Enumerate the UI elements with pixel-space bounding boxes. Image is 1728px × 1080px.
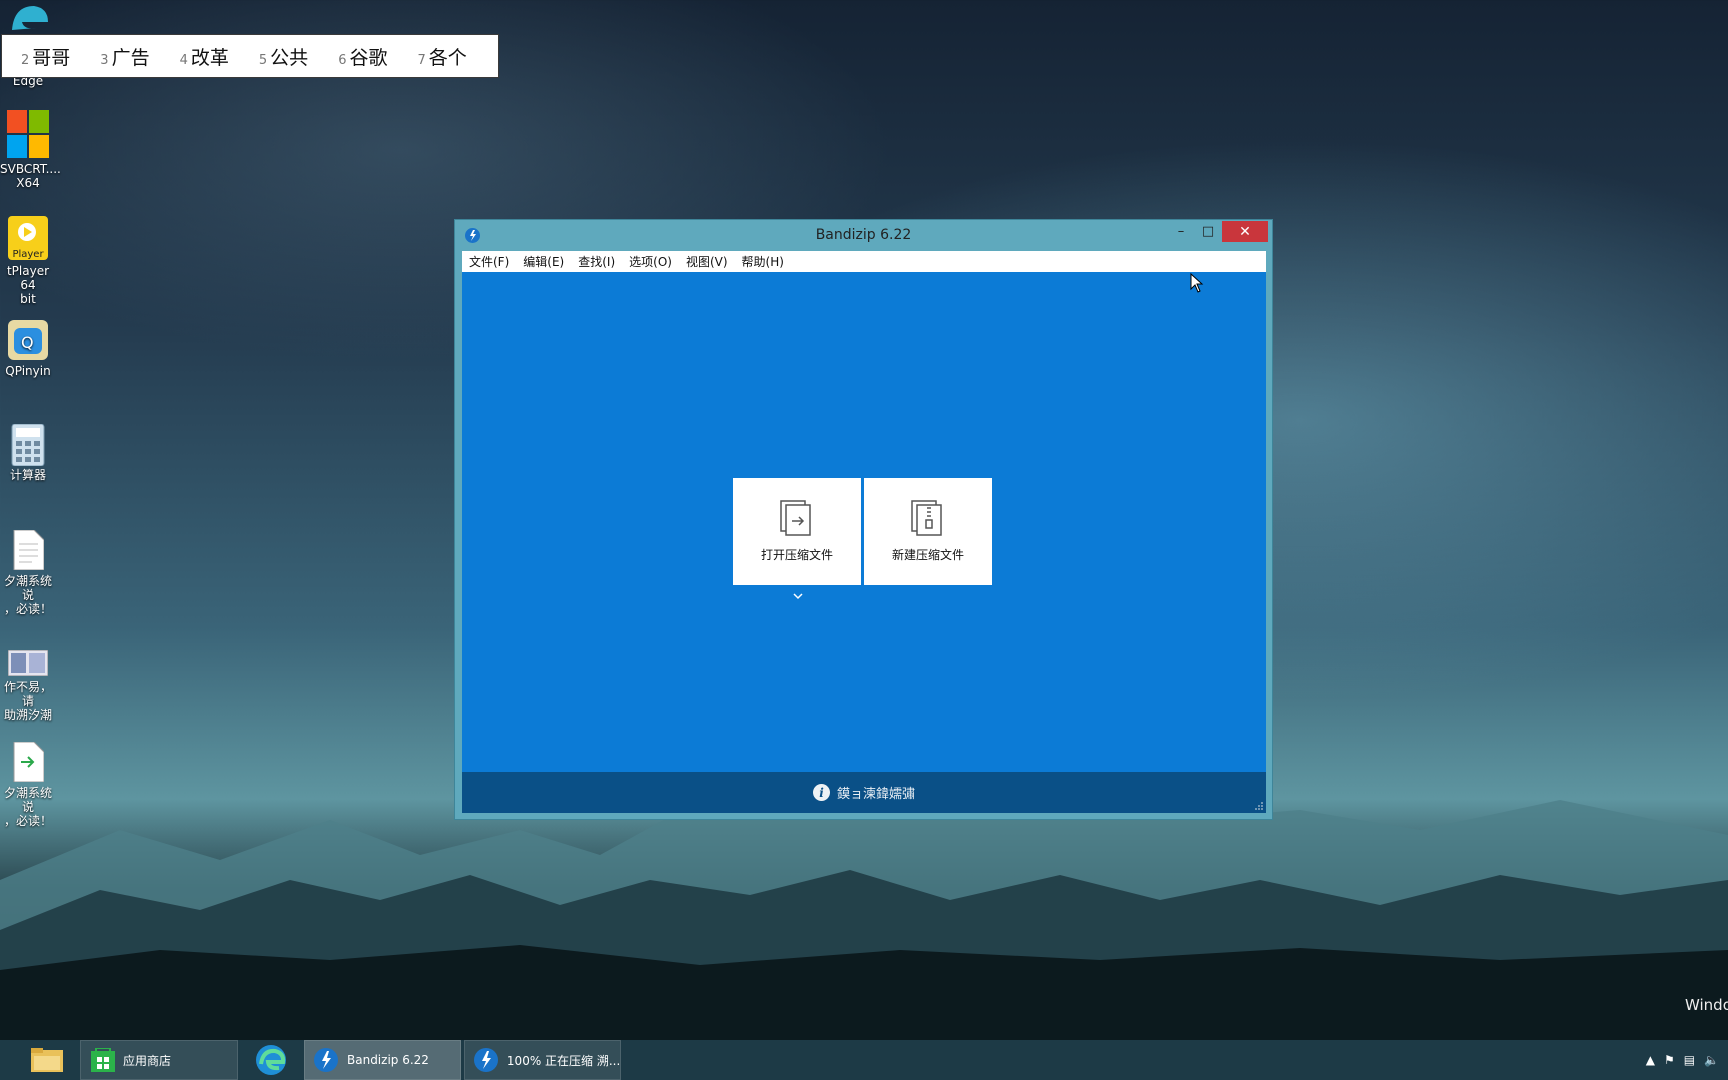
show-hidden-icons-chevron-icon[interactable]: ▲	[1646, 1053, 1655, 1067]
candidate-word: 改革	[190, 46, 229, 69]
menu-edit[interactable]: 编辑(E)	[516, 253, 571, 270]
taskbar-label: 100% 正在压缩 溯...	[506, 1053, 620, 1068]
text-document-icon	[8, 529, 48, 571]
desktop-icon-label: 计算器	[9, 468, 46, 482]
ime-candidate-bar: 2 哥哥 3 广告 4 改革 5 公共 6 谷歌 7 各个	[1, 34, 499, 78]
player-badge: Player	[12, 249, 44, 260]
bandizip-window: Bandizip 6.22 – □ ✕ 文件(F) 编辑(E) 查找(I) 选项…	[454, 219, 1273, 820]
qqpinyin-icon: Q	[8, 320, 48, 360]
menu-view[interactable]: 视图(V)	[679, 253, 735, 270]
ime-candidate[interactable]: 2 哥哥	[21, 43, 70, 70]
svg-text:Q: Q	[21, 333, 34, 352]
minimize-icon: –	[1177, 224, 1185, 239]
open-archive-button[interactable]: 打开压缩文件	[733, 478, 861, 585]
close-icon: ✕	[1239, 223, 1251, 240]
candidate-index: 2	[21, 52, 30, 68]
desktop-icon-label: 夕潮系统说 ，必读！	[3, 574, 52, 616]
candidate-word: 各个	[428, 46, 467, 69]
activation-watermark: Windo	[1685, 996, 1728, 1014]
desktop-icon-readme-2[interactable]: 夕潮系统说 ，必读！	[0, 741, 56, 828]
desktop-icon-readme-1[interactable]: 夕潮系统说 ，必读！	[0, 529, 56, 616]
candidate-index: 4	[179, 52, 188, 68]
info-icon: i	[812, 784, 830, 801]
potplayer-icon: Player	[8, 216, 48, 260]
window-title: Bandizip 6.22	[815, 227, 912, 243]
calculator-icon	[8, 423, 48, 467]
taskbar-bandizip[interactable]: Bandizip 6.22	[304, 1040, 461, 1080]
title-bar[interactable]: Bandizip 6.22 – □ ✕	[455, 220, 1272, 252]
edge-icon	[8, 2, 48, 32]
maximize-button[interactable]: □	[1195, 221, 1221, 242]
image-file-icon	[7, 649, 49, 677]
ime-candidate[interactable]: 7 各个	[417, 43, 466, 70]
shortcut-document-icon	[8, 741, 48, 783]
candidate-word: 广告	[111, 46, 150, 69]
ime-candidate[interactable]: 4 改革	[180, 43, 229, 70]
action-center-flag-icon[interactable]: ⚑	[1664, 1053, 1675, 1067]
new-archive-label: 新建压缩文件	[891, 548, 964, 562]
close-button[interactable]: ✕	[1222, 221, 1268, 242]
system-tray: ▲ ⚑ ▤ 🔈	[1646, 1040, 1728, 1080]
windows-logo-icon	[7, 110, 49, 158]
bandizip-icon	[474, 1048, 498, 1072]
start-tiles: 打开压缩文件 新建压缩文件	[733, 478, 995, 585]
maximize-icon: □	[1201, 224, 1215, 239]
desktop-icon-label: 作不易，请 助溯汐潮	[3, 680, 52, 722]
network-icon[interactable]: ▤	[1684, 1053, 1695, 1067]
candidate-index: 3	[100, 52, 109, 68]
taskbar-compress-progress[interactable]: 100% 正在压缩 溯...	[464, 1040, 621, 1080]
taskbar-app-store[interactable]: 应用商店	[80, 1040, 238, 1080]
volume-icon[interactable]: 🔈	[1704, 1053, 1719, 1067]
desktop-icon-calculator[interactable]: 计算器	[0, 423, 56, 482]
menu-file[interactable]: 文件(F)	[462, 253, 516, 270]
candidate-index: 5	[258, 52, 268, 68]
ime-candidate[interactable]: 6 谷歌	[338, 43, 387, 70]
candidate-word: 哥哥	[32, 46, 71, 69]
status-bar: i 鏌ョ湅鍏嬬彇	[462, 772, 1266, 813]
bandizip-icon	[314, 1048, 338, 1072]
desktop-icon-label: 夕潮系统说 ，必读！	[3, 786, 52, 828]
store-icon	[91, 1048, 115, 1072]
candidate-word: 公共	[270, 46, 309, 69]
mouse-cursor-icon	[1190, 273, 1204, 293]
new-archive-button[interactable]: 新建压缩文件	[864, 478, 992, 585]
menu-bar: 文件(F) 编辑(E) 查找(I) 选项(O) 视图(V) 帮助(H)	[462, 251, 1266, 272]
open-archive-icon	[780, 500, 811, 536]
file-explorer-button[interactable]	[26, 1040, 68, 1080]
desktop-icon-qqpinyin[interactable]: Q QPinyin	[0, 320, 56, 378]
ime-candidate[interactable]: 3 广告	[100, 43, 149, 70]
resize-grip-icon[interactable]	[1253, 800, 1263, 810]
desktop-icon-donate[interactable]: 作不易，请 助溯汐潮	[0, 649, 56, 722]
open-options-chevron-icon[interactable]	[793, 592, 803, 603]
ime-candidate[interactable]: 5 公共	[259, 43, 308, 70]
taskbar-label: Bandizip 6.22	[347, 1053, 429, 1067]
desktop-icon-potplayer[interactable]: Player tPlayer 64 bit	[0, 216, 56, 306]
minimize-button[interactable]: –	[1168, 221, 1194, 242]
folder-icon	[31, 1048, 63, 1072]
desktop-icon-label: QPinyin	[5, 364, 51, 378]
open-archive-label: 打开压缩文件	[760, 548, 833, 562]
desktop-icon-label: SVBCRT.... X64	[0, 162, 61, 190]
menu-options[interactable]: 选项(O)	[622, 253, 679, 270]
edge-icon	[256, 1045, 286, 1075]
status-text: 鏌ョ湅鍏嬬彇	[836, 787, 915, 802]
window-client-area: 文件(F) 编辑(E) 查找(I) 选项(O) 视图(V) 帮助(H) 打开压缩…	[462, 251, 1266, 813]
taskbar-edge[interactable]	[250, 1040, 292, 1080]
menu-help[interactable]: 帮助(H)	[735, 253, 791, 270]
desktop-icon-label: tPlayer 64 bit	[6, 264, 50, 306]
desktop-icon-svbcrt[interactable]: SVBCRT.... X64	[0, 110, 61, 190]
new-archive-icon	[911, 500, 942, 536]
taskbar: 应用商店 Bandizip 6.22 100% 正在压缩 溯... ▲ ⚑ ▤ …	[0, 1040, 1728, 1080]
candidate-index: 6	[338, 52, 347, 68]
candidate-index: 7	[417, 52, 426, 68]
taskbar-label: 应用商店	[123, 1053, 172, 1068]
candidate-word: 谷歌	[349, 46, 388, 69]
menu-find[interactable]: 查找(I)	[571, 253, 622, 270]
